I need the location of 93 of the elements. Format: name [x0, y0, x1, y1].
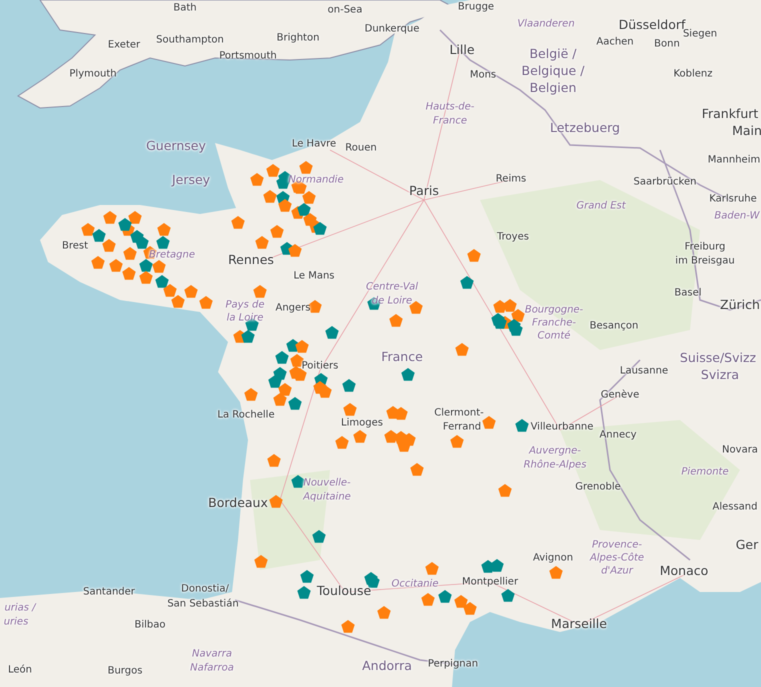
city-label: Rennes	[228, 253, 274, 267]
country-label: Andorra	[362, 659, 412, 673]
city-label: Toulouse	[316, 584, 372, 598]
city-label: Main	[732, 124, 761, 138]
city-label: Siegen	[682, 28, 718, 40]
region-label: Comté	[538, 330, 570, 342]
region-label: Centre-Val	[366, 282, 418, 292]
region-label: urias /	[4, 602, 36, 614]
city-label: Paris	[409, 184, 439, 198]
region-label: France	[433, 116, 467, 126]
city-label: Portsmouth	[219, 50, 277, 62]
city-label: Lille	[449, 43, 475, 57]
city-label: Mannheim	[708, 154, 760, 166]
city-label: Bordeaux	[208, 496, 268, 510]
city-label: Southampton	[156, 34, 224, 46]
region-label: Occitanie	[392, 578, 438, 590]
city-label: Karlsruhe	[709, 194, 757, 204]
country-label: Suisse/Svizz	[680, 351, 756, 365]
city-label: Bath	[173, 2, 197, 14]
city-label: Alessand	[712, 502, 758, 512]
region-label: Bourgogne-	[524, 304, 584, 316]
city-label: Grenoble	[575, 482, 621, 492]
city-label: Bilbao	[134, 620, 166, 630]
region-label: Franche-	[532, 318, 576, 328]
region-label: Auvergne-	[529, 446, 581, 456]
city-label: Saarbrücken	[634, 176, 696, 188]
city-label: Koblenz	[673, 68, 713, 80]
city-label: Brest	[62, 240, 88, 252]
city-label: Le Havre	[292, 138, 336, 150]
region-label: Nafarroa	[190, 662, 234, 674]
city-label: Annecy	[599, 430, 637, 440]
city-label: Villeurbanne	[530, 422, 594, 432]
region-label: Alpes-Côte	[590, 552, 644, 564]
region-label: Piemonte	[681, 466, 729, 478]
region-label: Pays de	[226, 300, 264, 310]
city-label: Brugge	[458, 2, 494, 12]
country-label: France	[381, 350, 423, 364]
city-label: Genève	[600, 390, 640, 400]
country-label: België /	[529, 47, 577, 61]
region-label: Navarra	[192, 648, 232, 660]
region-label: d'Azur	[601, 566, 633, 576]
city-label: San Sebastián	[167, 598, 239, 610]
region-label: Provence-	[592, 540, 642, 550]
city-label: Marseille	[551, 617, 607, 631]
city-label: Monaco	[660, 564, 708, 578]
city-label: Ger	[736, 538, 758, 552]
city-label: Zürich	[720, 298, 760, 312]
city-label: León	[8, 664, 32, 676]
region-label: Rhône-Alpes	[524, 460, 586, 470]
city-label: Ferrand	[442, 422, 482, 432]
city-label: Le Mans	[293, 270, 335, 282]
city-label: Basel	[674, 288, 702, 298]
city-label: Bonn	[654, 38, 680, 50]
region-label: la Loire	[226, 312, 264, 324]
city-label: im Breisgau	[675, 256, 735, 266]
city-label: Frankfurt	[702, 107, 758, 121]
city-label: Dunkerque	[364, 24, 420, 34]
city-label: Donostia/	[181, 584, 229, 594]
city-label: Angers	[276, 302, 310, 314]
city-label: Avignon	[532, 552, 574, 564]
region-label: Baden-W	[714, 210, 760, 222]
city-label: on-Sea	[328, 4, 362, 16]
region-label: Nouvelle-	[303, 478, 351, 488]
region-label: Aquitaine	[303, 492, 351, 502]
city-label: Rouen	[345, 142, 377, 154]
city-label: Santander	[83, 586, 135, 598]
country-label: Svizra	[700, 368, 740, 382]
city-label: Reims	[496, 174, 526, 184]
city-label: Troyes	[497, 232, 529, 242]
region-label: Vlaanderen	[517, 18, 575, 30]
city-label: Freiburg	[684, 242, 726, 252]
city-label: Exeter	[108, 40, 140, 50]
city-label: Montpellier	[462, 576, 518, 588]
city-label: Burgos	[108, 666, 142, 676]
country-label: Belgien	[530, 81, 576, 95]
city-label: Limoges	[341, 418, 383, 428]
city-label: Lausanne	[620, 366, 668, 376]
region-label: Grand Est	[576, 200, 626, 212]
city-label: Novara	[722, 444, 758, 456]
region-label: uries	[4, 616, 28, 628]
country-label: Guernsey	[146, 139, 206, 153]
country-label: Belgique /	[522, 64, 584, 78]
city-label: Brighton	[276, 32, 320, 44]
city-label: Perpignan	[428, 658, 478, 670]
city-label: Besançon	[590, 320, 638, 332]
city-label: Mons	[470, 70, 496, 80]
city-label: Clermont-	[434, 408, 484, 418]
region-label: Hauts-de-	[426, 102, 474, 112]
city-label: Poitiers	[302, 360, 338, 372]
city-label: Plymouth	[69, 68, 117, 80]
country-label: Jersey	[172, 173, 210, 187]
city-label: La Rochelle	[217, 410, 275, 420]
city-label: Aachen	[596, 36, 634, 48]
